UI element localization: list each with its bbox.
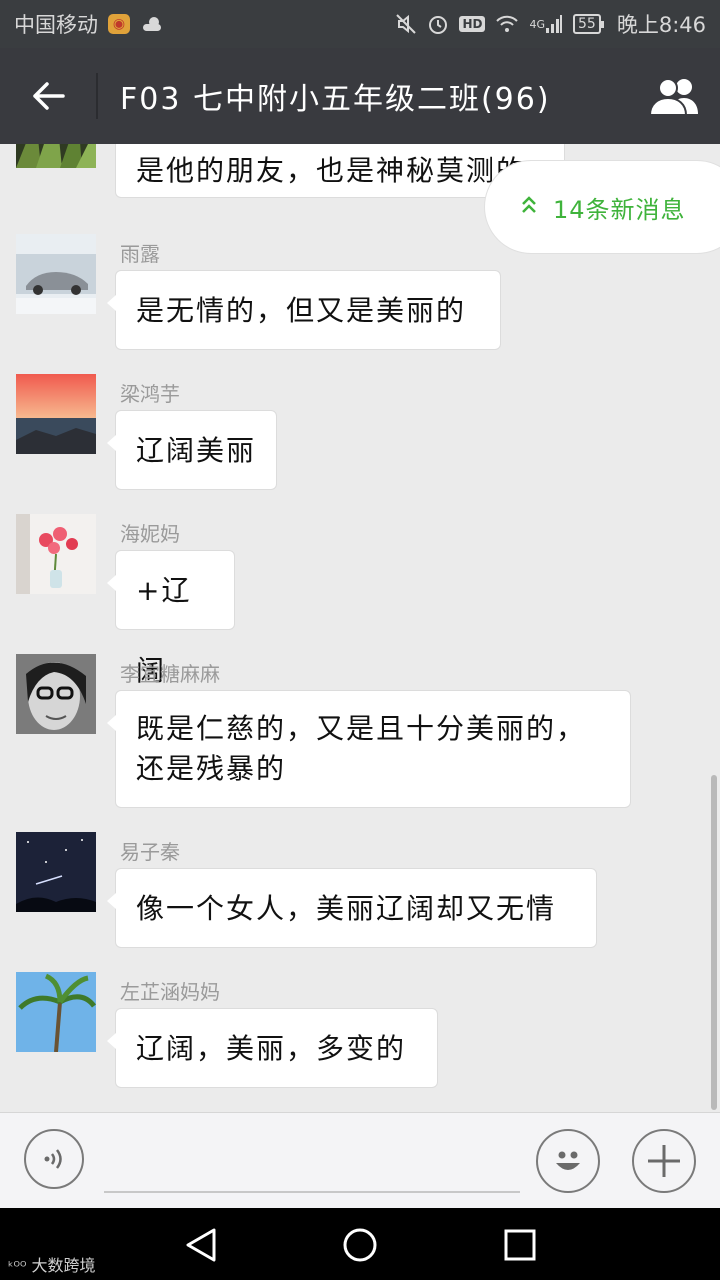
new-messages-label: 14条新消息 (553, 195, 686, 224)
message-bubble[interactable]: 辽阔美丽 (107, 410, 277, 490)
message-text: 既是仁慈的，又是且十分美丽的，还是残暴的 (136, 712, 587, 785)
chat-header: F03 七中附小五年级二班(96) (0, 48, 720, 144)
system-nav-bar (0, 1208, 720, 1280)
header-divider (96, 73, 98, 119)
watermark-logo-icon: ᵏᴼᴼ (8, 1260, 27, 1275)
sender-name: 易子秦 (120, 840, 180, 864)
message-input[interactable] (104, 1131, 524, 1191)
avatar[interactable] (16, 832, 96, 912)
group-icon (648, 78, 698, 116)
weibo-icon: ◉ (108, 14, 130, 34)
avatar[interactable] (16, 514, 96, 594)
double-chevron-up-icon (521, 195, 537, 219)
sender-name: 李宜糖麻麻 (120, 662, 220, 686)
message-text: 辽阔，美丽，多变的 (136, 1032, 407, 1065)
message-bubble[interactable]: 像一个女人，美丽辽阔却又无情 (107, 868, 597, 948)
message-list[interactable]: 是他的朋友，也是神秘莫测的 雨露 是无情的，但又是美丽的 梁鸿芋 辽阔美丽 海妮… (0, 144, 720, 1112)
sender-name: 海妮妈 (120, 522, 180, 546)
sender-name: 左芷涵妈妈 (120, 980, 220, 1004)
network-type: 4G (529, 17, 545, 31)
avatar[interactable] (16, 374, 96, 454)
avatar[interactable] (16, 972, 96, 1052)
chat-title: F03 七中附小五年级二班(96) (120, 82, 551, 117)
new-messages-button[interactable]: 14条新消息 (484, 160, 720, 254)
carrier-name: 中国移动 (14, 13, 98, 37)
voice-button[interactable] (24, 1129, 84, 1189)
more-button[interactable] (632, 1129, 696, 1193)
square-recents-icon (504, 1229, 536, 1261)
watermark: ᵏᴼᴼ 大数跨境 (8, 1252, 96, 1276)
message-bubble[interactable]: 既是仁慈的，又是且十分美丽的，还是残暴的 (107, 690, 631, 808)
signal-icon: 4G (529, 14, 563, 34)
status-bar: 中国移动 ◉ HD 4G 55 晚上8:46 (0, 0, 720, 48)
input-bar (0, 1112, 720, 1208)
watermark-text: 大数跨境 (31, 1256, 96, 1275)
clock: 晚上8:46 (616, 13, 706, 37)
hd-icon: HD (459, 16, 486, 32)
nav-recents-button[interactable] (501, 1226, 539, 1264)
voice-icon (44, 1149, 62, 1169)
message-text: 辽阔美丽 (136, 434, 257, 467)
message-bubble[interactable]: +辽阔 (107, 550, 235, 687)
nav-back-button[interactable] (182, 1226, 220, 1264)
weather-icon (140, 15, 164, 33)
wifi-icon (495, 14, 519, 34)
back-button[interactable] (0, 48, 96, 144)
emoji-button[interactable] (536, 1129, 600, 1193)
avatar[interactable] (16, 654, 96, 734)
message-text: 是他的朋友，也是神秘莫测的 (136, 154, 527, 187)
message-text: 像一个女人，美丽辽阔却又无情 (136, 892, 557, 925)
sender-name: 梁鸿芋 (120, 382, 180, 406)
battery-level: 55 (578, 16, 596, 32)
message-bubble[interactable]: 是无情的，但又是美丽的 (107, 270, 501, 350)
sender-name: 雨露 (120, 242, 160, 266)
plus-icon (648, 1145, 680, 1177)
triangle-back-icon (186, 1228, 216, 1262)
avatar[interactable] (16, 144, 96, 168)
avatar[interactable] (16, 234, 96, 314)
input-underline (104, 1191, 520, 1193)
mute-icon (395, 13, 417, 35)
scrollbar[interactable] (711, 775, 717, 1110)
message-bubble[interactable]: 辽阔，美丽，多变的 (107, 1008, 438, 1088)
battery-icon: 55 (573, 14, 604, 34)
nav-home-button[interactable] (341, 1226, 379, 1264)
arrow-left-icon (33, 82, 65, 110)
message-text: 是无情的，但又是美丽的 (136, 294, 467, 327)
group-members-button[interactable] (630, 48, 720, 144)
smiley-icon (556, 1151, 580, 1170)
alarm-icon (427, 13, 449, 35)
circle-home-icon (343, 1228, 377, 1262)
